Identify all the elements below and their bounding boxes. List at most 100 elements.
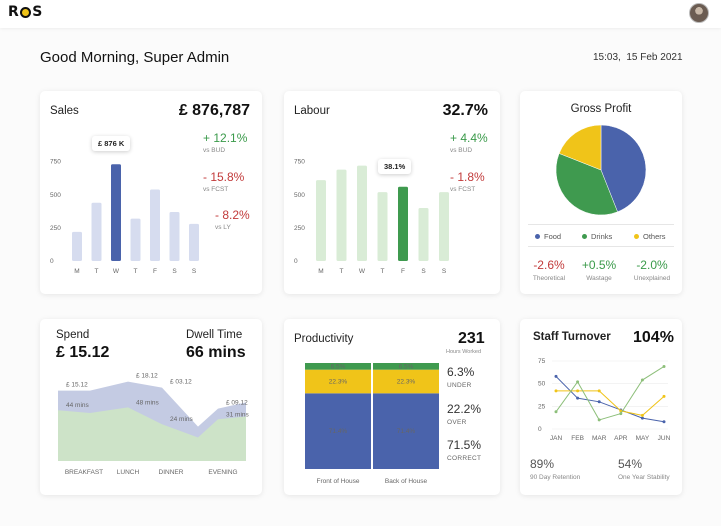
- dwell-point-label: 44 mins: [66, 402, 90, 409]
- user-avatar[interactable]: [689, 3, 709, 23]
- sales-stat-ly: - 8.2% vs LY: [215, 208, 250, 231]
- x-tick-label: T: [134, 268, 138, 275]
- series-point: [576, 389, 580, 393]
- labour-card[interactable]: Labour 32.7% 0 250 500 750 M T W T F S S 38.1% + 4…: [284, 91, 500, 294]
- series-point: [576, 380, 580, 384]
- y-tick-label: 0: [50, 258, 54, 265]
- y-tick-label: 500: [50, 192, 61, 199]
- x-tick-label: T: [95, 268, 99, 275]
- spend-area-chart: £ 15.12 44 mins £ 18.12 48 mins £ 03.12 24 mi…: [58, 373, 250, 476]
- series-point: [597, 389, 601, 393]
- sales-stat-bud: + 12.1% vs BUD: [203, 131, 248, 154]
- labour-stat-fcst: - 1.8% vs FCST: [450, 170, 485, 193]
- app-logo[interactable]: RS: [8, 4, 43, 20]
- st-stat-retention: 89% 90 Day Retention: [530, 457, 581, 481]
- dwell-point-label: 24 mins: [170, 416, 194, 423]
- bar-3: [130, 218, 141, 261]
- gp-stat-unexplained: -2.0% Unexplained: [633, 258, 671, 282]
- x-tick-label: S: [192, 268, 197, 275]
- current-datetime: 15:03, 15 Feb 2021: [593, 52, 683, 63]
- sales-card[interactable]: Sales £ 876,787 0 250 500 750 M T W T F S S £ 876 …: [40, 91, 262, 294]
- y-tick-label: 0: [538, 426, 542, 433]
- series-point: [640, 413, 644, 417]
- bar-4: [150, 189, 160, 261]
- y-tick-label: 50: [538, 381, 546, 388]
- x-tick-label: JAN: [550, 435, 563, 442]
- series-line-1: [556, 390, 665, 416]
- x-tick-label: M: [318, 268, 323, 275]
- y-tick-label: 750: [50, 159, 61, 166]
- spend-point-label: £ 18.12: [136, 373, 158, 380]
- prod-over-label: OVER: [447, 419, 467, 426]
- x-tick-label: JUN: [658, 435, 671, 442]
- y-tick-label: 0: [294, 258, 298, 265]
- bar-1: [91, 202, 102, 261]
- x-tick-label: LUNCH: [117, 469, 140, 476]
- x-tick-label: W: [359, 268, 366, 275]
- bar-2: [357, 165, 367, 261]
- gp-stat-theoretical: -2.6% Theoretical: [532, 258, 566, 282]
- x-tick-label: MAY: [636, 435, 650, 442]
- y-tick-label: 75: [538, 358, 546, 365]
- series-point: [554, 374, 558, 378]
- dwell-point-label: 48 mins: [136, 399, 160, 406]
- productivity-card[interactable]: Productivity 231 Hours Worked 71.4% 22.3%…: [284, 319, 500, 495]
- bar-5: [418, 208, 429, 261]
- y-tick-label: 25: [538, 403, 546, 410]
- bar-3: [377, 192, 388, 261]
- bar-2: [111, 164, 121, 261]
- greeting-text: Good Morning, Super Admin: [40, 49, 230, 66]
- x-tick-label: S: [442, 268, 447, 275]
- stack-value-label: 22.3%: [397, 378, 416, 385]
- x-tick-label: EVENING: [208, 469, 237, 476]
- x-tick-label: FEB: [571, 435, 584, 442]
- spend-point-label: £ 09.12: [226, 400, 248, 407]
- spend-dwell-card[interactable]: Spend £ 15.12 Dwell Time 66 mins £ 15.12…: [40, 319, 262, 495]
- top-bar: RS: [0, 0, 721, 28]
- series-point: [597, 400, 601, 404]
- prod-under-label: UNDER: [447, 382, 472, 389]
- x-tick-label: DINNER: [159, 469, 184, 476]
- series-point: [662, 394, 666, 398]
- legend-others: Others: [634, 232, 666, 241]
- bar-4: [398, 186, 408, 261]
- y-tick-label: 250: [294, 225, 305, 232]
- series-point: [640, 416, 644, 420]
- x-category-label: Front of House: [317, 478, 360, 485]
- series-point: [640, 378, 644, 382]
- legend-drinks: Drinks: [582, 232, 612, 241]
- x-tick-label: T: [340, 268, 344, 275]
- x-tick-label: APR: [614, 435, 628, 442]
- series-point: [554, 410, 558, 414]
- x-tick-label: F: [153, 268, 157, 275]
- bar-1: [336, 169, 347, 261]
- bar-6: [439, 192, 449, 261]
- dwell-point-label: 31 mins: [226, 411, 250, 418]
- x-tick-label: M: [74, 268, 79, 275]
- gross-profit-card[interactable]: Gross Profit Food Drinks Others -2.6% The…: [520, 91, 682, 294]
- x-tick-label: F: [401, 268, 405, 275]
- labour-tooltip: 38.1%: [378, 159, 412, 174]
- x-tick-label: T: [381, 268, 385, 275]
- stack-value-label: 6.5%: [399, 363, 414, 370]
- y-tick-label: 750: [294, 159, 305, 166]
- x-tick-label: MAR: [592, 435, 607, 442]
- series-point: [554, 389, 558, 393]
- staff-turnover-card[interactable]: Staff Turnover 104% 0 25 50 75 JAN FEB MAR APR M…: [520, 319, 682, 495]
- stack-value-label: 71.4%: [329, 428, 348, 435]
- series-point: [619, 412, 623, 416]
- spend-point-label: £ 15.12: [66, 382, 88, 389]
- legend-food: Food: [535, 232, 561, 241]
- x-tick-label: W: [113, 268, 120, 275]
- stack-value-label: 22.3%: [329, 378, 348, 385]
- prod-under-value: 6.3%: [447, 365, 475, 379]
- bar-0: [72, 231, 82, 261]
- bar-6: [189, 223, 199, 261]
- gp-stat-wastage: +0.5% Wastage: [581, 258, 617, 282]
- y-tick-label: 250: [50, 225, 61, 232]
- x-tick-label: S: [421, 268, 426, 275]
- x-tick-label: BREAKFAST: [65, 469, 103, 476]
- x-tick-label: S: [172, 268, 177, 275]
- stack-value-label: 6.5%: [331, 363, 346, 370]
- spend-point-label: £ 03.12: [170, 379, 192, 386]
